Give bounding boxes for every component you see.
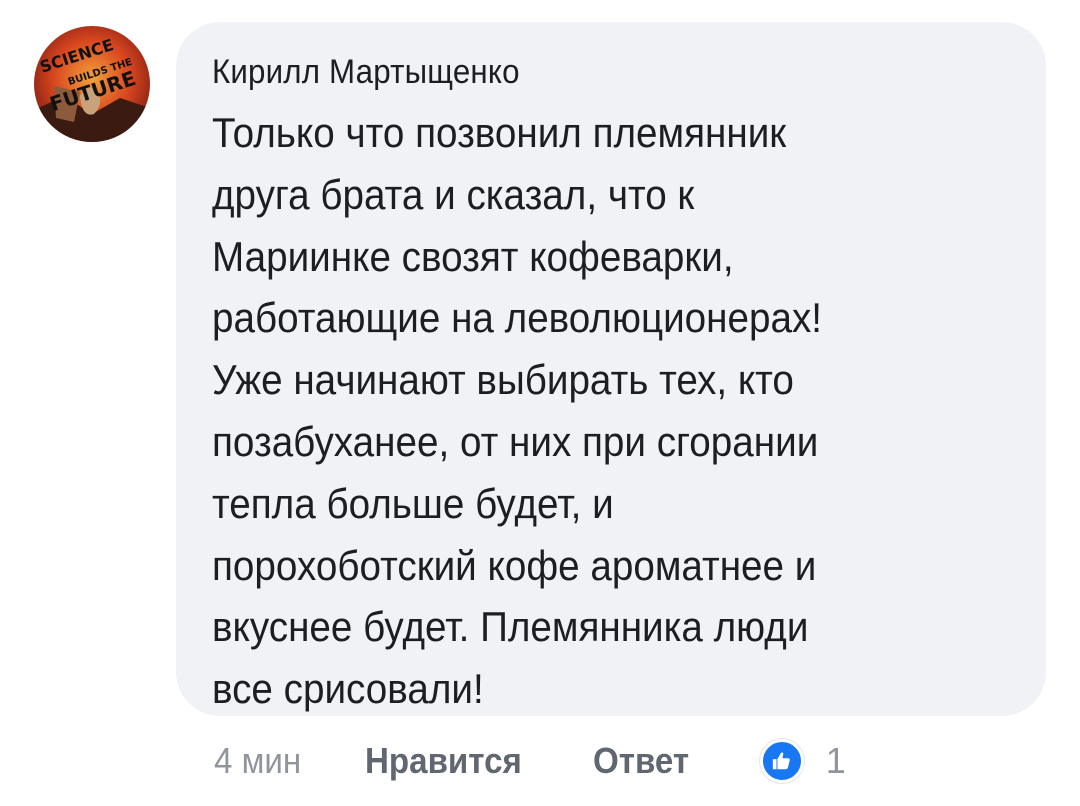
comment-timestamp[interactable]: 4 мин	[214, 740, 301, 782]
comment-author[interactable]: Кирилл Мартыщенко	[212, 50, 948, 94]
thumbs-up-icon	[759, 739, 804, 783]
comment-line: работающие на леволюционерах!	[212, 294, 823, 342]
comment-line: все срисовали!	[212, 665, 484, 713]
comment-line: вкуснее будет. Племянника люди	[212, 603, 809, 651]
comment-line: друга брата и сказал, что к	[212, 170, 695, 218]
comment-line: тепла больше будет, и	[212, 479, 614, 527]
comment-line: порохоботский кофе ароматнее и	[212, 541, 817, 589]
avatar[interactable]: SCIENCE BUILDS THE FUTURE	[34, 26, 150, 142]
reply-button[interactable]: Ответ	[593, 740, 689, 782]
comment-line: Мариинке свозят кофеварки,	[212, 232, 734, 280]
like-button[interactable]: Нравится	[365, 740, 522, 782]
comment-line: Уже начинают выбирать тех, кто	[212, 356, 794, 404]
reaction-summary[interactable]: 1	[759, 739, 846, 783]
comment-actions: 4 мин Нравится Ответ 1	[214, 736, 846, 786]
reaction-count: 1	[825, 740, 846, 781]
comment-line: Только что позвонил племянник	[212, 109, 787, 156]
comment-bubble: Кирилл Мартыщенко Только что позвонил пл…	[176, 22, 1046, 716]
comment-line: позабуханее, от них при сгорании	[212, 417, 819, 465]
comment-text: Только что позвонил племянник друга брат…	[212, 102, 1040, 720]
